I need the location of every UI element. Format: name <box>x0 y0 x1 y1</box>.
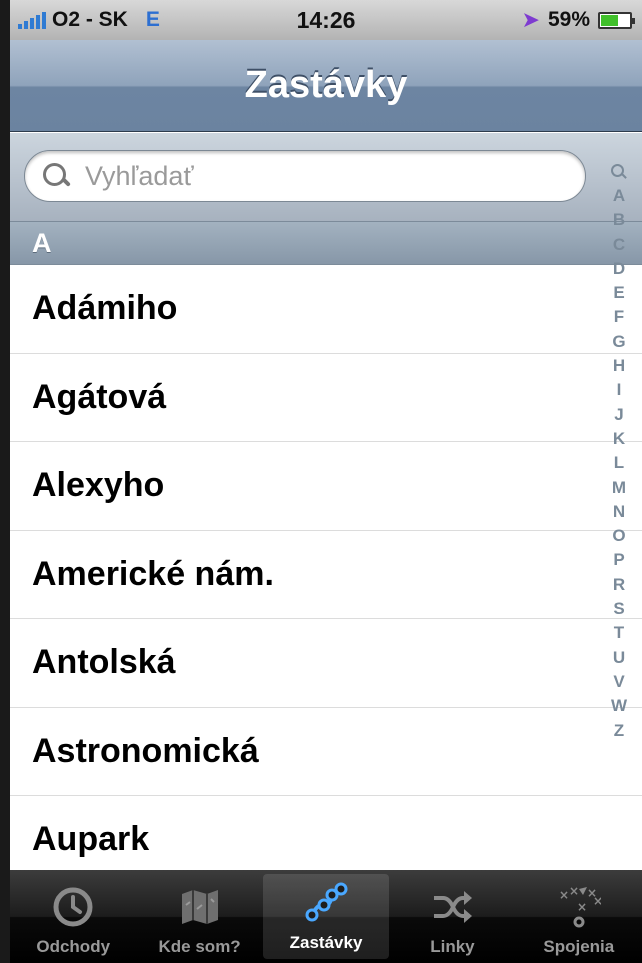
phone-screen: O2 - SK E 14:26 ➤ 59% Zastávky Vyhľadať … <box>10 0 642 963</box>
svg-text:×: × <box>577 900 587 914</box>
index-letter[interactable]: F <box>614 305 624 329</box>
map-icon <box>178 885 222 929</box>
tab-zastavky[interactable]: Zastávky <box>262 874 390 959</box>
shuffle-icon <box>430 885 474 929</box>
index-letter[interactable]: V <box>613 670 624 694</box>
list-item[interactable]: Adámiho <box>10 265 642 354</box>
stops-icon <box>304 881 348 925</box>
index-letter[interactable]: A <box>613 184 625 208</box>
svg-text:×: × <box>593 894 601 908</box>
location-arrow-icon: ➤ <box>521 7 540 32</box>
index-letter[interactable]: H <box>613 354 625 378</box>
clock-icon <box>51 885 95 929</box>
network-type: E <box>145 8 160 31</box>
search-bar: Vyhľadať <box>10 133 642 221</box>
index-letter[interactable]: W <box>611 694 627 718</box>
index-letter[interactable]: G <box>612 330 625 354</box>
navigation-bar: Zastávky <box>10 40 642 132</box>
index-letter[interactable]: M <box>612 476 626 500</box>
index-letter[interactable]: R <box>613 573 625 597</box>
list-item[interactable]: Astronomická <box>10 707 642 796</box>
index-letter[interactable]: Z <box>614 719 624 743</box>
tab-label: Odchody <box>36 937 111 956</box>
tab-odchody[interactable]: Odchody <box>10 870 136 963</box>
tab-bar: Odchody Kde som? Zastávky Linky × × × × × Sp… <box>10 870 642 963</box>
tab-linky[interactable]: Linky <box>389 870 515 963</box>
index-letter[interactable]: K <box>613 427 625 451</box>
svg-text:×: × <box>559 888 569 902</box>
section-index[interactable]: A B C D E F G H I J K L M N O P R S T U … <box>604 160 634 860</box>
battery-percent: 59% <box>547 8 590 31</box>
index-letter[interactable]: S <box>613 597 624 621</box>
index-letter[interactable]: U <box>613 646 625 670</box>
list-item[interactable]: Agátová <box>10 353 642 442</box>
index-letter[interactable]: J <box>614 403 623 427</box>
index-letter[interactable]: P <box>613 548 624 572</box>
status-bar: O2 - SK E 14:26 ➤ 59% <box>10 0 642 40</box>
search-placeholder: Vyhľadať <box>85 160 194 191</box>
list-item[interactable]: Alexyho <box>10 442 642 531</box>
signal-bars-icon <box>18 11 46 29</box>
tab-spojenia[interactable]: × × × × × Spojenia <box>516 870 642 963</box>
index-letter[interactable]: C <box>613 233 625 257</box>
index-letter[interactable]: I <box>617 378 622 402</box>
index-letter[interactable]: B <box>613 208 625 232</box>
tab-label: Zastávky <box>289 933 363 952</box>
index-letter[interactable]: T <box>614 621 624 645</box>
battery-icon <box>598 11 635 29</box>
stops-list: Adámiho Agátová Alexyho Americké nám. An… <box>10 265 642 885</box>
route-icon: × × × × × <box>557 885 601 929</box>
index-search-icon[interactable] <box>611 164 627 180</box>
tab-label: Kde som? <box>158 937 241 956</box>
list-item[interactable]: Americké nám. <box>10 530 642 619</box>
tab-label: Spojenia <box>543 937 615 956</box>
list-item[interactable]: Antolská <box>10 619 642 708</box>
index-letter[interactable]: E <box>613 281 624 305</box>
svg-text:×: × <box>569 885 579 898</box>
tab-kde-som[interactable]: Kde som? <box>136 870 262 963</box>
page-title: Zastávky <box>244 64 408 106</box>
index-letter[interactable]: N <box>613 500 625 524</box>
carrier-name: O2 - SK <box>52 8 128 31</box>
index-letter[interactable]: D <box>613 257 625 281</box>
tab-label: Linky <box>430 937 475 956</box>
search-icon <box>41 161 71 191</box>
index-letter[interactable]: L <box>614 451 624 475</box>
section-header: A <box>10 221 642 265</box>
index-letter[interactable]: O <box>612 524 625 548</box>
search-input[interactable]: Vyhľadať <box>24 150 586 202</box>
